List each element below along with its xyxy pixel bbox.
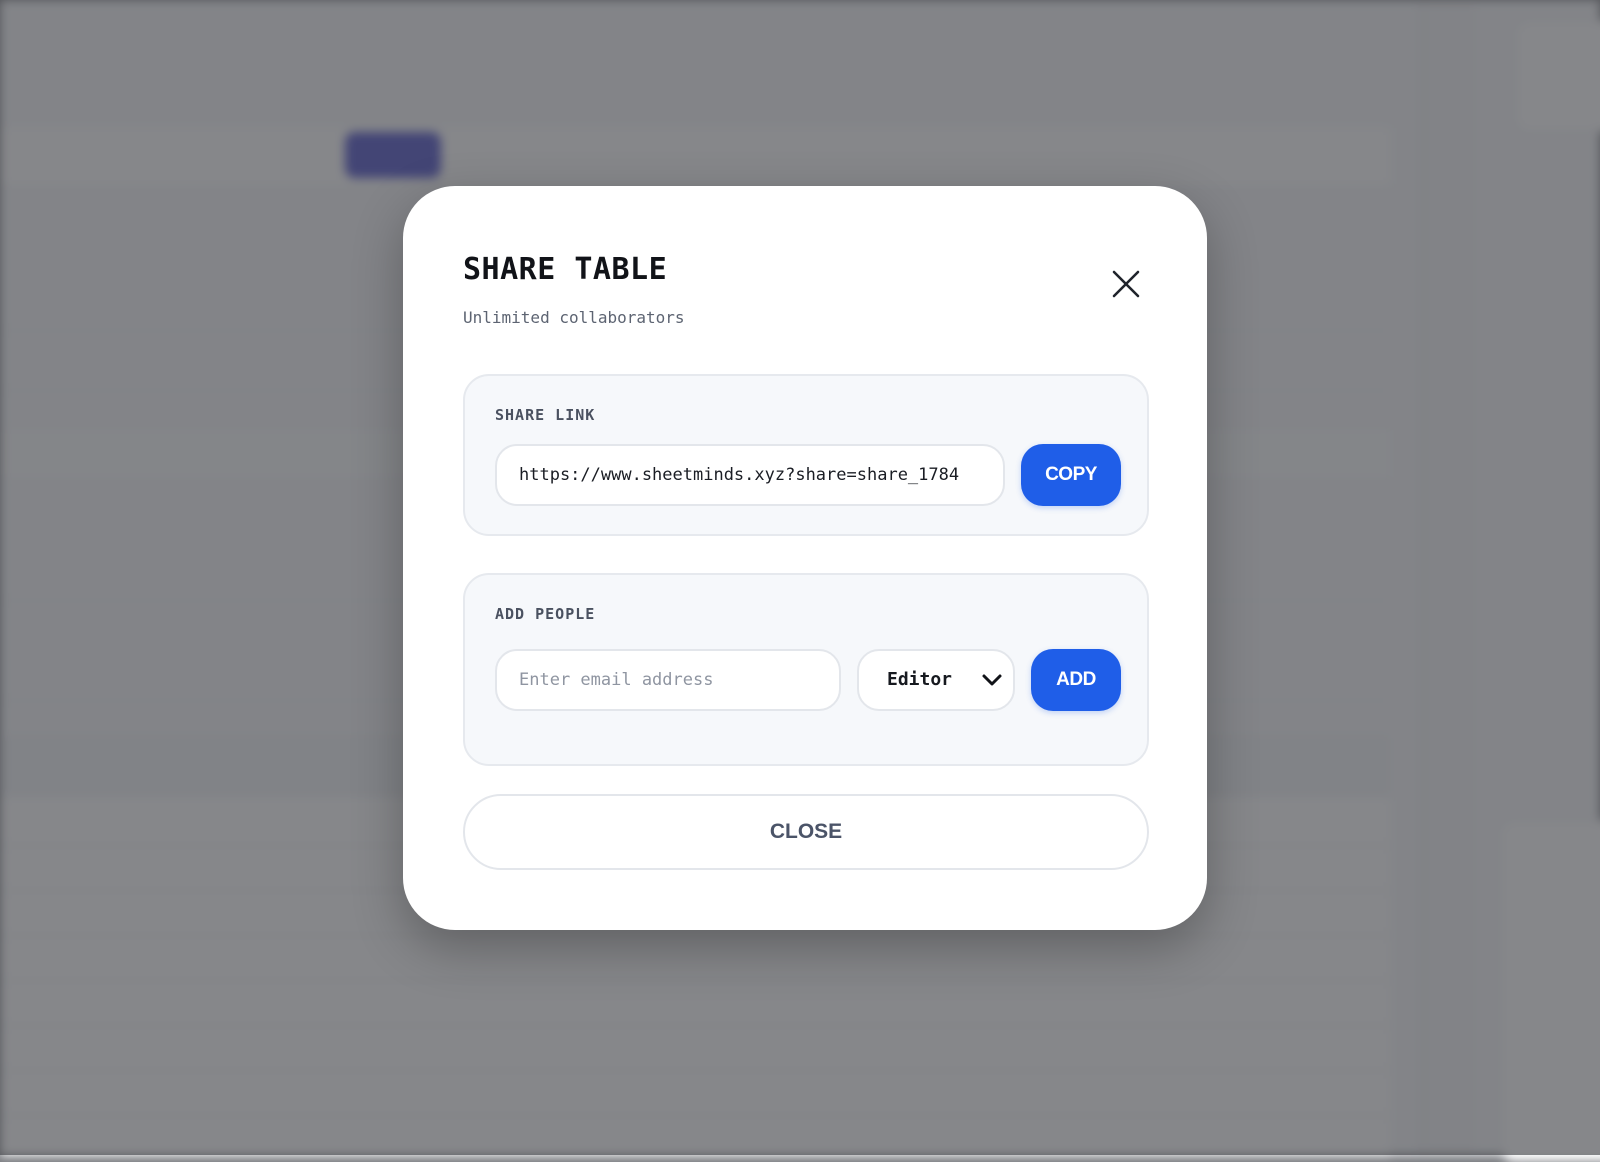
add-people-section: ADD PEOPLE Editor ADD — [463, 573, 1149, 766]
share-table-dialog: SHARE TABLE Unlimited collaborators SHAR… — [403, 186, 1207, 930]
share-link-field[interactable]: https://www.sheetminds.xyz?share=share_1… — [495, 444, 1005, 506]
close-button[interactable]: CLOSE — [463, 794, 1149, 870]
close-icon — [1112, 270, 1140, 298]
email-input[interactable] — [495, 649, 841, 711]
add-people-label: ADD PEOPLE — [495, 605, 596, 623]
share-link-label: SHARE LINK — [495, 406, 596, 424]
role-select[interactable]: Editor — [857, 649, 1015, 711]
share-link-section: SHARE LINK https://www.sheetminds.xyz?sh… — [463, 374, 1149, 536]
dialog-title: SHARE TABLE — [463, 252, 668, 287]
role-select-value: Editor — [887, 669, 953, 690]
add-person-button[interactable]: ADD — [1031, 649, 1121, 711]
dialog-subtitle: Unlimited collaborators — [463, 308, 685, 327]
close-dialog-button[interactable] — [1108, 266, 1144, 302]
copy-link-button[interactable]: COPY — [1021, 444, 1121, 506]
chevron-down-icon — [982, 674, 1002, 686]
